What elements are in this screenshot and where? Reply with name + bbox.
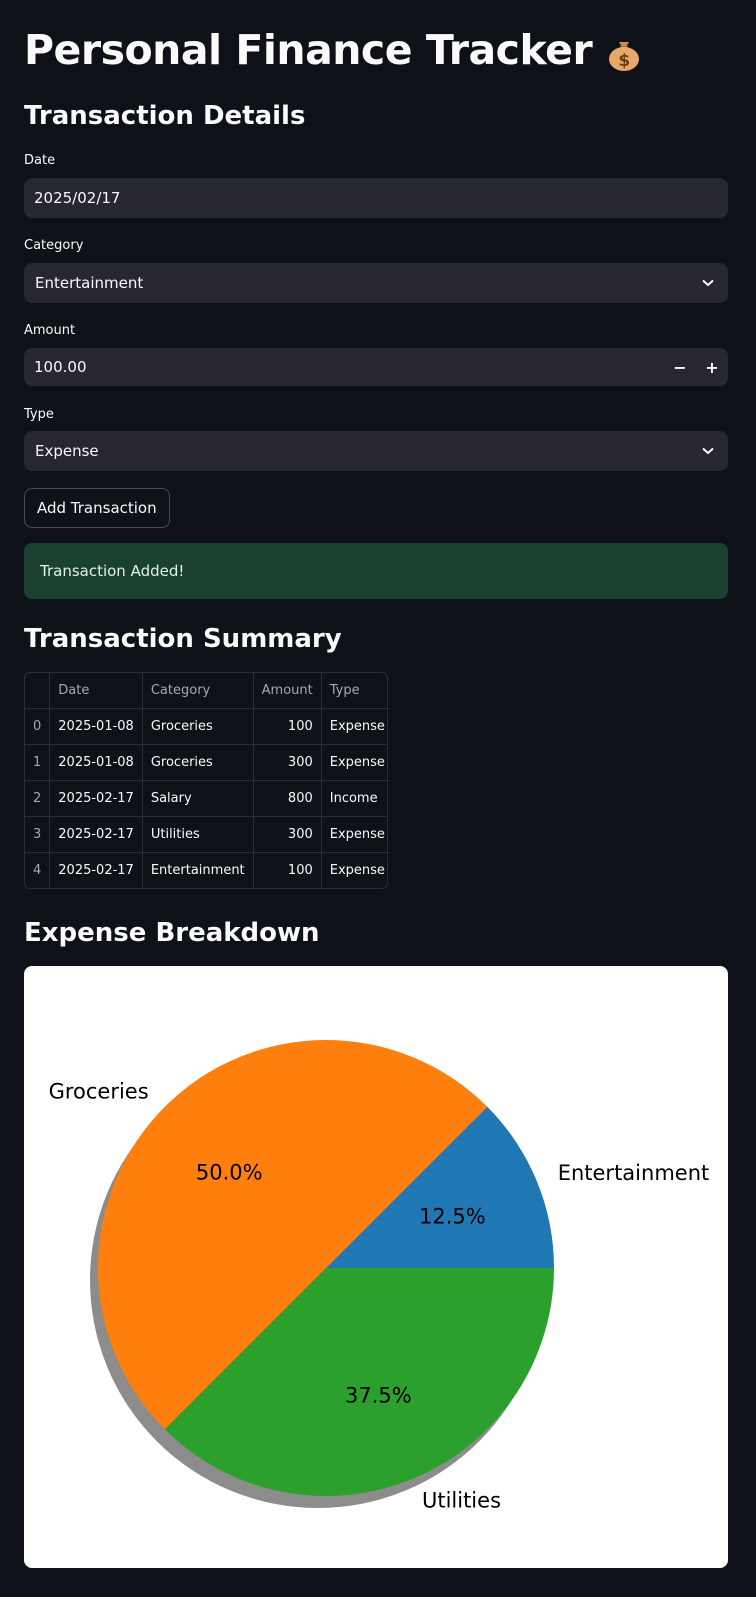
cell-category[interactable]: Utilities [142,816,254,853]
cell-date[interactable]: 2025-02-17 [49,816,143,853]
cell-amount[interactable]: 100 [253,852,322,888]
table-header-category[interactable]: Category [142,673,254,709]
chevron-down-icon [688,447,728,455]
amount-input-value: 100.00 [34,358,87,376]
add-transaction-button[interactable]: Add Transaction [24,488,170,528]
cell-amount[interactable]: 800 [253,780,322,817]
category-select-value: Entertainment [35,274,144,292]
money-bag-icon: $ [606,32,642,71]
date-input-value: 2025/02/17 [34,189,121,207]
amount-input[interactable]: 100.00 − + [24,348,728,386]
cell-type[interactable]: Expense [321,708,387,745]
svg-text:$: $ [619,51,630,71]
transaction-details-heading: Transaction Details [24,101,306,131]
cell-amount[interactable]: 100 [253,708,322,745]
cell-category[interactable]: Entertainment [142,852,254,888]
row-index: 4 [25,852,51,888]
row-index: 0 [25,708,51,745]
row-index: 2 [25,780,51,817]
row-index: 3 [25,816,51,853]
cell-category[interactable]: Groceries [142,744,254,781]
page-title: Personal Finance Tracker $ [24,24,642,76]
table-header-row: Date Category Amount Type [25,673,387,709]
date-input[interactable]: 2025/02/17 [24,178,728,218]
cell-type[interactable]: Expense [321,853,387,889]
table-row: 1 2025-01-08 Groceries 300 Expense [25,744,387,781]
pie-percent-label: 12.5% [419,1205,486,1229]
cell-date[interactable]: 2025-02-17 [49,780,143,817]
pie-category-label: Entertainment [558,1161,710,1185]
table-row: 4 2025-02-17 Entertainment 100 Expense [25,852,387,889]
transaction-summary-heading: Transaction Summary [24,624,342,654]
expense-breakdown-heading: Expense Breakdown [24,918,320,948]
cell-type[interactable]: Expense [321,816,387,853]
table-header-amount[interactable]: Amount [253,673,322,709]
cell-date[interactable]: 2025-01-08 [49,744,143,781]
date-label: Date [24,153,56,168]
page-title-text: Personal Finance Tracker [24,26,593,74]
pie-percent-label: 50.0% [196,1160,263,1184]
cell-category[interactable]: Salary [142,780,254,817]
pie-percent-label: 37.5% [345,1383,412,1407]
table-header-date[interactable]: Date [49,673,143,709]
pie-category-label: Groceries [49,1080,149,1104]
table-row: 2 2025-02-17 Salary 800 Income [25,780,387,817]
cell-amount[interactable]: 300 [253,744,322,781]
table-header-type[interactable]: Type [321,673,387,709]
type-select[interactable]: Expense [24,431,728,471]
cell-date[interactable]: 2025-02-17 [49,852,143,888]
cell-type[interactable]: Expense [321,744,387,781]
expense-pie-chart: 12.5% Entertainment 50.0% Groceries 37.5% Uti… [24,966,728,1568]
cell-category[interactable]: Groceries [142,708,254,745]
category-select[interactable]: Entertainment [24,263,728,303]
table-row: 3 2025-02-17 Utilities 300 Expense [25,816,387,853]
success-alert-text: Transaction Added! [40,562,185,580]
decrement-button[interactable]: − [664,347,696,387]
type-label: Type [24,407,54,422]
cell-type[interactable]: Income [321,780,387,817]
category-label: Category [24,238,84,253]
table-row: 0 2025-01-08 Groceries 100 Expense [25,708,387,745]
cell-date[interactable]: 2025-01-08 [49,708,143,745]
increment-button[interactable]: + [696,347,728,387]
amount-label: Amount [24,323,76,338]
success-alert: Transaction Added! [24,543,728,599]
chevron-down-icon [688,279,728,287]
table-header-index[interactable] [25,673,51,709]
type-select-value: Expense [35,442,99,460]
transaction-table[interactable]: Date Category Amount Type 0 2025-01-08 G… [24,672,388,889]
cell-amount[interactable]: 300 [253,816,322,853]
pie-category-label: Utilities [422,1489,501,1513]
pie-chart-svg: 12.5% Entertainment 50.0% Groceries 37.5% Uti… [49,1040,710,1513]
row-index: 1 [25,744,51,781]
